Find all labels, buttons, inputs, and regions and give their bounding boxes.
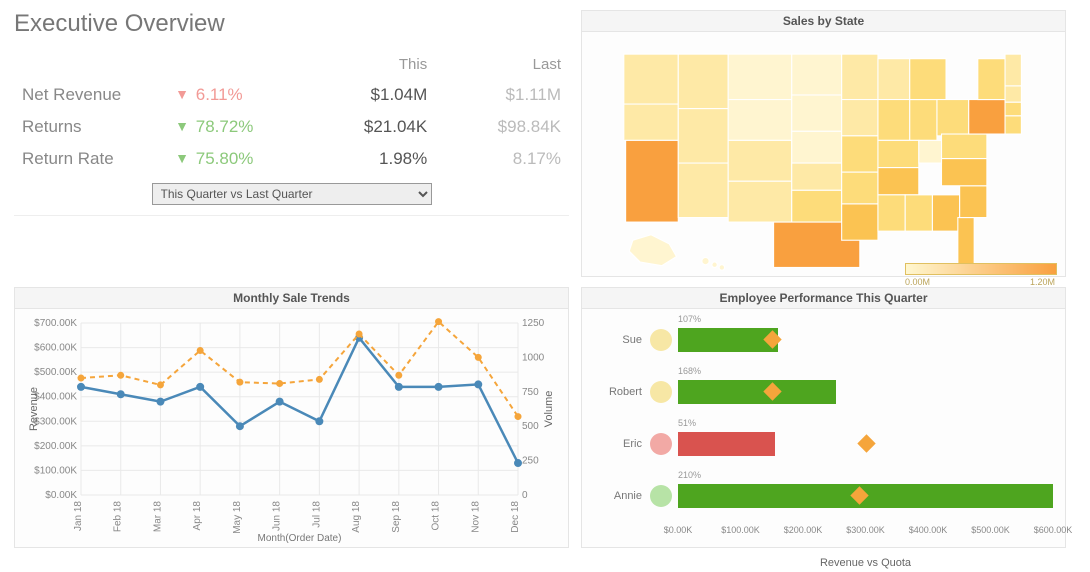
svg-text:$300.00K: $300.00K: [34, 416, 77, 427]
svg-text:$700.00K: $700.00K: [34, 318, 77, 329]
employee-pct: 107%: [678, 314, 701, 324]
triangle-down-icon: ▼: [175, 118, 189, 134]
status-dot-icon: [650, 485, 672, 507]
svg-text:Feb 18: Feb 18: [113, 501, 124, 533]
map-title: Sales by State: [581, 10, 1066, 31]
triangle-down-icon: ▼: [175, 86, 189, 102]
triangle-down-icon: ▼: [175, 150, 189, 166]
quota-marker-icon: [857, 434, 875, 452]
employee-chart[interactable]: Sue 107% Robert 168% Eric 51% Annie 210% $0.00K…: [581, 308, 1066, 548]
overview-table: This Last Net Revenue ▼ 6.11% $1.04M $1.…: [14, 50, 569, 175]
employee-row: Annie 210%: [590, 473, 1053, 519]
svg-text:Sep 18: Sep 18: [391, 501, 402, 533]
trends-panel: Monthly Sale Trends $0.00K $100.00K $200.0…: [14, 287, 569, 567]
svg-text:250: 250: [522, 456, 539, 467]
axis-tick: $0.00K: [664, 525, 693, 535]
svg-text:0: 0: [522, 490, 528, 501]
svg-text:Jun 18: Jun 18: [272, 501, 283, 531]
axis-tick: $500.00K: [971, 525, 1010, 535]
employee-pct: 168%: [678, 366, 701, 376]
row-return-rate: Return Rate ▼ 75.80% 1.98% 8.17%: [14, 143, 569, 175]
svg-text:Aug 18: Aug 18: [351, 501, 362, 533]
svg-text:$200.00K: $200.00K: [34, 441, 77, 452]
employee-name: Eric: [590, 438, 650, 450]
svg-text:Jul 18: Jul 18: [311, 501, 322, 528]
svg-text:Nov 18: Nov 18: [470, 501, 481, 533]
trends-chart[interactable]: $0.00K $100.00K $200.00K $300.00K $400.00K $5…: [14, 308, 569, 548]
employee-panel: Employee Performance This Quarter Sue107…: [581, 287, 1066, 567]
trends-title: Monthly Sale Trends: [14, 287, 569, 308]
svg-text:$600.00K: $600.00K: [34, 343, 77, 354]
row-net-revenue: Net Revenue ▼ 6.11% $1.04M $1.11M: [14, 79, 569, 111]
employee-row: Eric 51%: [590, 421, 1053, 467]
employee-xlabel: Revenue vs Quota: [678, 557, 1053, 569]
employee-name: Annie: [590, 490, 650, 502]
svg-text:Jan 18: Jan 18: [73, 501, 84, 531]
col-this: This: [301, 50, 435, 79]
map-chart[interactable]: 0.00M1.20M: [581, 31, 1066, 277]
svg-text:May 18: May 18: [232, 501, 243, 534]
svg-text:Apr 18: Apr 18: [192, 501, 203, 531]
svg-text:Oct 18: Oct 18: [431, 501, 442, 531]
map-legend: 0.00M1.20M: [905, 263, 1055, 291]
employee-bar: [678, 432, 775, 456]
svg-text:1250: 1250: [522, 318, 545, 329]
employee-row: Robert 168%: [590, 369, 1053, 415]
svg-text:Mar 18: Mar 18: [152, 501, 163, 533]
overview-panel: Executive Overview This Last Net Revenue…: [14, 10, 569, 275]
col-last: Last: [435, 50, 569, 79]
axis-tick: $400.00K: [909, 525, 948, 535]
axis-tick: $600.00K: [1034, 525, 1073, 535]
employee-pct: 210%: [678, 470, 701, 480]
row-returns: Returns ▼ 78.72% $21.04K $98.84K: [14, 111, 569, 143]
svg-text:Revenue: Revenue: [28, 387, 40, 431]
employee-name: Sue: [590, 334, 650, 346]
employee-row: Sue 107%: [590, 317, 1053, 363]
svg-text:Month(Order Date): Month(Order Date): [258, 533, 342, 543]
status-dot-icon: [650, 381, 672, 403]
axis-tick: $300.00K: [846, 525, 885, 535]
svg-text:1000: 1000: [522, 352, 545, 363]
period-select[interactable]: This Quarter vs Last Quarter: [152, 183, 432, 205]
employee-name: Robert: [590, 386, 650, 398]
employee-bar: [678, 380, 836, 404]
employee-pct: 51%: [678, 418, 696, 428]
svg-text:$500.00K: $500.00K: [34, 367, 77, 378]
status-dot-icon: [650, 329, 672, 351]
svg-text:$100.00K: $100.00K: [34, 465, 77, 476]
svg-text:Volume: Volume: [543, 391, 555, 428]
svg-text:750: 750: [522, 387, 539, 398]
axis-tick: $100.00K: [721, 525, 760, 535]
page-title: Executive Overview: [14, 10, 569, 38]
status-dot-icon: [650, 433, 672, 455]
svg-text:500: 500: [522, 421, 539, 432]
svg-text:Dec 18: Dec 18: [510, 501, 521, 533]
svg-text:$400.00K: $400.00K: [34, 392, 77, 403]
svg-text:$0.00K: $0.00K: [45, 490, 77, 501]
us-map-icon: [586, 36, 1061, 272]
axis-tick: $200.00K: [784, 525, 823, 535]
map-panel: Sales by State: [581, 10, 1066, 275]
